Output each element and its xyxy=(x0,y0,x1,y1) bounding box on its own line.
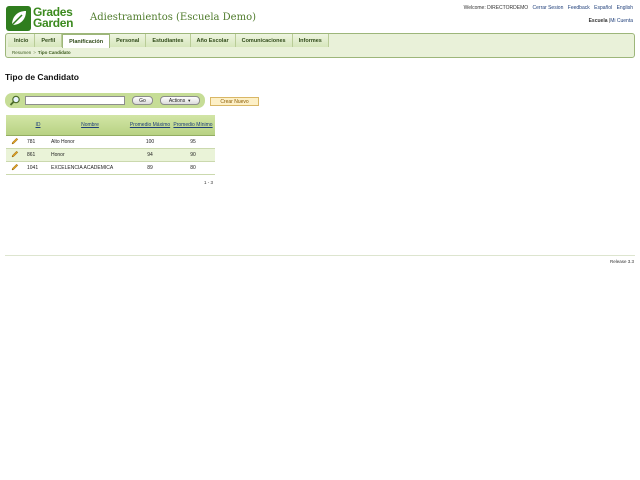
edit-icon[interactable] xyxy=(6,161,24,175)
row-max-average: 94 xyxy=(129,148,171,162)
search-input[interactable] xyxy=(25,96,125,105)
user-links: Escuela |Mi Cuenta xyxy=(589,18,633,24)
row-id: 1041 xyxy=(24,161,49,175)
breadcrumb-separator: > xyxy=(33,50,36,55)
actions-menu-button[interactable]: Actions ▼ xyxy=(160,96,200,105)
tab-estudiantes[interactable]: Estudiantes xyxy=(146,34,191,47)
chevron-down-icon: ▼ xyxy=(187,98,192,103)
welcome-text: Welcome: DIRECTORDEMO xyxy=(463,5,529,11)
row-name: Honor xyxy=(49,148,129,162)
row-id: 781 xyxy=(24,135,49,149)
leaf-logo-icon xyxy=(6,5,31,31)
app-title: Adiestramientos (Escuela Demo) xyxy=(90,12,256,23)
english-link[interactable]: English xyxy=(617,5,633,11)
table-header-row: ID Nombre Promedio Máximo Promedio Mínim… xyxy=(6,115,215,136)
brand-line-2: Garden xyxy=(33,16,74,30)
tab-bar: Inicio Perfil Planificación Personal Est… xyxy=(8,34,329,48)
table-row: 781 Alto Honor 100 95 xyxy=(6,135,215,149)
breadcrumb-root[interactable]: Resumen xyxy=(12,50,31,55)
min-average-column-header[interactable]: Promedio Mínimo xyxy=(171,115,215,136)
row-max-average: 89 xyxy=(129,161,171,175)
feedback-link[interactable]: Feedback xyxy=(568,5,590,11)
tab-ano-escolar[interactable]: Año Escolar xyxy=(190,34,236,47)
spanish-link[interactable]: Español xyxy=(594,5,612,11)
page-title: Tipo de Candidato xyxy=(5,72,79,82)
row-id: 861 xyxy=(24,148,49,162)
row-min-average: 95 xyxy=(171,135,215,149)
tab-personal[interactable]: Personal xyxy=(110,34,147,47)
max-average-column-header[interactable]: Promedio Máximo xyxy=(129,115,171,136)
row-name: EXCELENCIA ACADEMICA xyxy=(49,161,129,175)
my-account-link[interactable]: Mi Cuenta xyxy=(610,18,633,24)
name-column-header[interactable]: Nombre xyxy=(49,115,129,136)
row-name: Alto Honor xyxy=(49,135,129,149)
search-bar: Go Actions ▼ xyxy=(5,93,205,108)
release-version: Release 3.3 xyxy=(609,259,634,264)
edit-icon[interactable] xyxy=(6,148,24,162)
candidate-type-table: ID Nombre Promedio Máximo Promedio Mínim… xyxy=(6,115,215,175)
table-row: 1041 EXCELENCIA ACADEMICA 89 80 xyxy=(6,161,215,175)
tab-perfil[interactable]: Perfil xyxy=(35,34,63,47)
tab-planificacion[interactable]: Planificación xyxy=(62,34,111,48)
brand-logo[interactable]: Grades Garden xyxy=(6,5,82,31)
actions-label: Actions xyxy=(168,97,186,104)
top-links: Welcome: DIRECTORDEMO Cerrar Sesion Feed… xyxy=(461,5,633,11)
footer-divider xyxy=(5,255,635,256)
tab-informes[interactable]: Informes xyxy=(292,34,329,47)
go-button[interactable]: Go xyxy=(132,96,153,105)
tab-comunicaciones[interactable]: Comunicaciones xyxy=(235,34,293,47)
table-row: 861 Honor 94 90 xyxy=(6,148,215,162)
breadcrumb: Resumen > Tipo Candidato xyxy=(12,50,71,55)
row-min-average: 90 xyxy=(171,148,215,162)
search-icon xyxy=(9,95,20,106)
edit-column-header xyxy=(6,115,24,136)
logout-link[interactable]: Cerrar Sesion xyxy=(533,5,564,11)
row-min-average: 80 xyxy=(171,161,215,175)
create-new-button[interactable]: Crear Nuevo xyxy=(210,97,259,106)
brand-name: Grades Garden xyxy=(33,6,74,30)
main-navigation: Inicio Perfil Planificación Personal Est… xyxy=(5,33,635,58)
row-max-average: 100 xyxy=(129,135,171,149)
tab-inicio[interactable]: Inicio xyxy=(8,34,36,47)
id-column-header[interactable]: ID xyxy=(24,115,49,136)
school-link[interactable]: Escuela xyxy=(589,18,608,24)
edit-icon[interactable] xyxy=(6,135,24,149)
breadcrumb-current: Tipo Candidato xyxy=(37,50,71,55)
pagination-range: 1 - 3 xyxy=(204,180,214,185)
